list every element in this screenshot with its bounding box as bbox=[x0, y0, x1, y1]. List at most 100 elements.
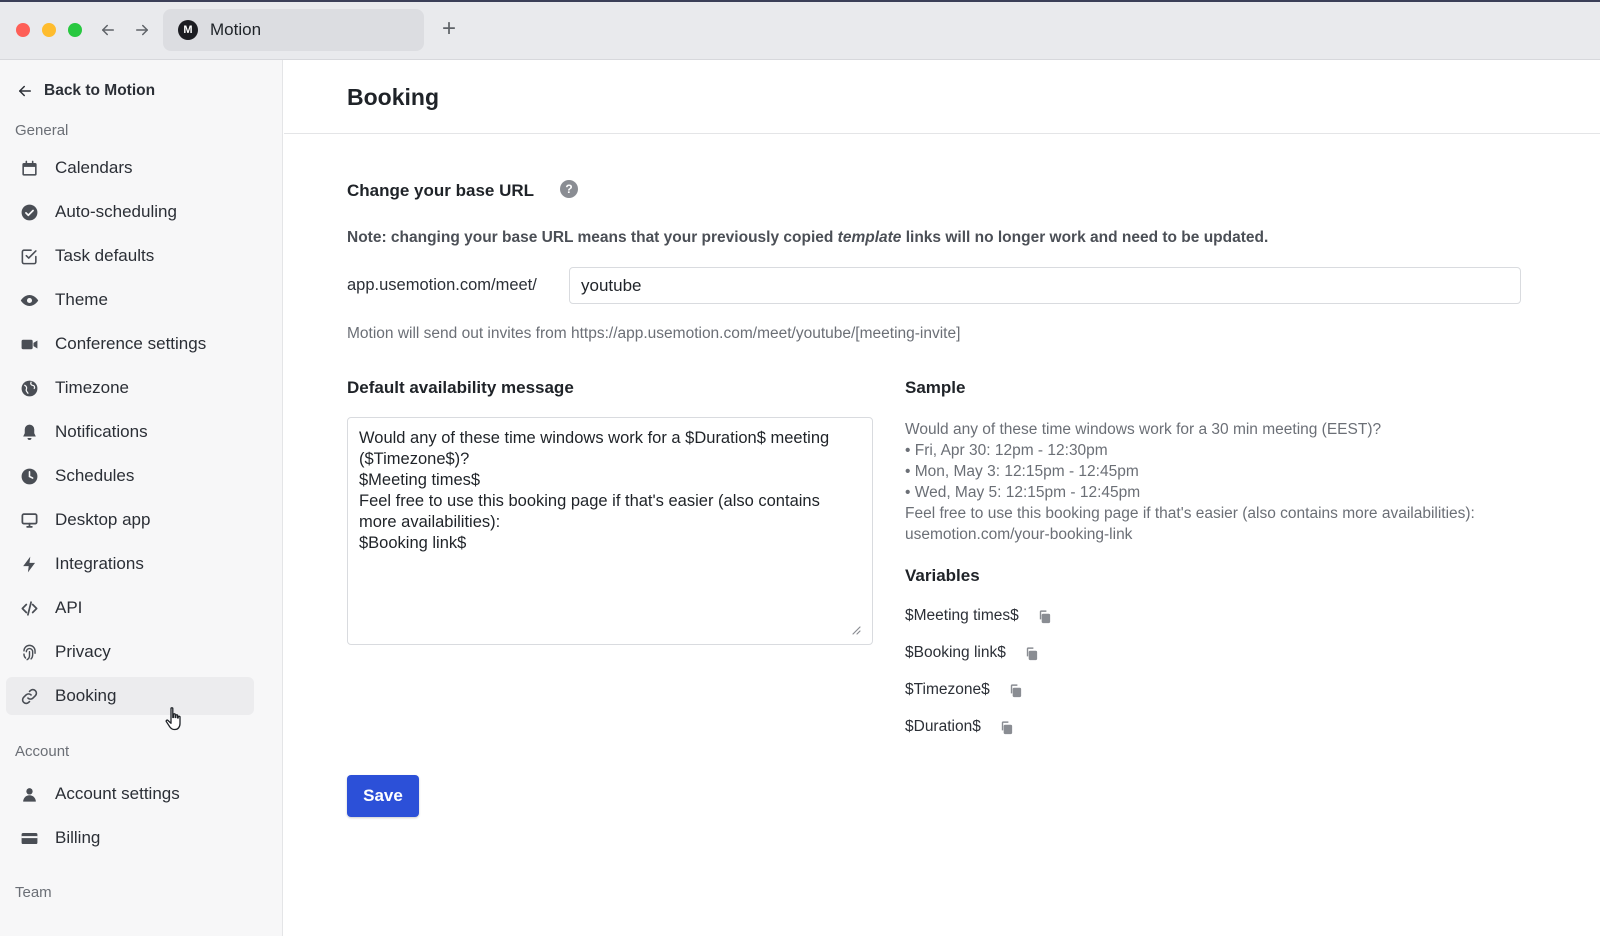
variable-row-booking-link: $Booking link$ bbox=[905, 642, 1040, 664]
settings-sidebar: Back to Motion General Calendars Auto-sc… bbox=[0, 60, 283, 936]
sidebar-item-label: Schedules bbox=[55, 466, 135, 485]
invite-url-hint: Motion will send out invites from https:… bbox=[347, 325, 961, 342]
copy-icon[interactable] bbox=[1037, 608, 1053, 624]
resize-handle-icon[interactable] bbox=[851, 625, 861, 635]
variable-label: $Timezone$ bbox=[905, 681, 990, 698]
minimize-window-button[interactable] bbox=[42, 23, 56, 37]
sample-line: usemotion.com/your-booking-link bbox=[905, 526, 1133, 543]
arrow-left-icon bbox=[102, 24, 114, 36]
back-to-motion-link[interactable]: Back to Motion bbox=[16, 80, 155, 102]
sidebar-item-label: Notifications bbox=[55, 422, 148, 441]
variable-label: $Booking link$ bbox=[905, 644, 1006, 661]
availability-heading: Default availability message bbox=[347, 378, 574, 397]
copy-icon[interactable] bbox=[999, 719, 1015, 735]
sidebar-item-label: Auto-scheduling bbox=[55, 202, 177, 221]
availability-message-textarea[interactable]: Would any of these time windows work for… bbox=[347, 417, 873, 645]
base-url-input[interactable] bbox=[569, 267, 1521, 304]
sidebar-item-task-defaults[interactable]: Task defaults bbox=[6, 237, 254, 275]
sidebar-item-label: Theme bbox=[55, 290, 108, 309]
arrow-left-icon bbox=[19, 85, 31, 97]
variables-heading: Variables bbox=[905, 566, 980, 585]
sample-line: • Wed, May 5: 12:15pm - 12:45pm bbox=[905, 484, 1141, 501]
sidebar-item-timezone[interactable]: Timezone bbox=[6, 369, 254, 407]
sidebar-item-conference-settings[interactable]: Conference settings bbox=[6, 325, 254, 363]
sidebar-item-label: Desktop app bbox=[55, 510, 151, 529]
fingerprint-icon bbox=[19, 642, 39, 662]
sidebar-item-notifications[interactable]: Notifications bbox=[6, 413, 254, 451]
tab-title: Motion bbox=[210, 20, 262, 39]
base-url-note: Note: changing your base URL means that … bbox=[347, 229, 1268, 247]
sidebar-item-privacy[interactable]: Privacy bbox=[6, 633, 254, 671]
sidebar-item-calendars[interactable]: Calendars bbox=[6, 149, 254, 187]
sidebar-item-account-settings[interactable]: Account settings bbox=[6, 775, 254, 813]
bell-icon bbox=[19, 422, 39, 442]
sidebar-item-label: Calendars bbox=[55, 158, 133, 177]
sidebar-item-label: Privacy bbox=[55, 642, 111, 661]
sidebar-item-billing[interactable]: Billing bbox=[6, 819, 254, 857]
sidebar-item-label: Task defaults bbox=[55, 246, 155, 265]
base-url-heading: Change your base URL bbox=[347, 181, 535, 200]
monitor-icon bbox=[19, 510, 39, 530]
sidebar-item-booking[interactable]: Booking bbox=[6, 677, 254, 715]
sidebar-item-label: Timezone bbox=[55, 378, 130, 397]
motion-logo-icon: M bbox=[178, 20, 198, 40]
sidebar-item-label: Account settings bbox=[55, 784, 180, 803]
user-icon bbox=[19, 784, 39, 804]
browser-titlebar: M Motion + bbox=[0, 0, 1600, 60]
video-camera-icon bbox=[19, 334, 39, 354]
credit-card-icon bbox=[19, 828, 39, 848]
maximize-window-button[interactable] bbox=[68, 23, 82, 37]
sample-line: Would any of these time windows work for… bbox=[905, 421, 1382, 438]
section-label-general: General bbox=[15, 122, 69, 139]
note-text-start: Note: changing your base URL means that … bbox=[347, 229, 838, 246]
clock-icon bbox=[19, 466, 39, 486]
section-label-account: Account bbox=[15, 743, 70, 760]
window-top-edge bbox=[0, 0, 1600, 2]
sidebar-item-theme[interactable]: Theme bbox=[6, 281, 254, 319]
browser-forward-button[interactable] bbox=[130, 18, 154, 42]
close-window-button[interactable] bbox=[16, 23, 30, 37]
sample-line: • Mon, May 3: 12:15pm - 12:45pm bbox=[905, 463, 1139, 480]
sidebar-item-label: Integrations bbox=[55, 554, 144, 573]
variable-row-duration: $Duration$ bbox=[905, 716, 1015, 738]
link-icon bbox=[19, 686, 39, 706]
sample-message: Would any of these time windows work for… bbox=[905, 419, 1545, 545]
page-header: Booking bbox=[284, 60, 1600, 134]
note-text-end: links will no longer work and need to be… bbox=[901, 229, 1269, 246]
sidebar-item-schedules[interactable]: Schedules bbox=[6, 457, 254, 495]
save-button[interactable]: Save bbox=[347, 775, 419, 817]
sidebar-item-integrations[interactable]: Integrations bbox=[6, 545, 254, 583]
checkbox-icon bbox=[19, 246, 39, 266]
hand-pointer-icon bbox=[165, 707, 181, 731]
sidebar-item-label: Conference settings bbox=[55, 334, 207, 353]
sidebar-item-auto-scheduling[interactable]: Auto-scheduling bbox=[6, 193, 254, 231]
sample-line: Feel free to use this booking page if th… bbox=[905, 505, 1475, 522]
eye-icon bbox=[19, 290, 39, 310]
browser-back-button[interactable] bbox=[96, 18, 120, 42]
sidebar-item-label: Booking bbox=[55, 686, 117, 705]
calendar-icon bbox=[19, 158, 39, 178]
variable-label: $Meeting times$ bbox=[905, 607, 1019, 624]
sidebar-item-desktop-app[interactable]: Desktop app bbox=[6, 501, 254, 539]
page-title: Booking bbox=[347, 84, 439, 110]
sidebar-item-label: API bbox=[55, 598, 83, 617]
sidebar-item-label: Billing bbox=[55, 828, 101, 847]
sample-line: • Fri, Apr 30: 12pm - 12:30pm bbox=[905, 442, 1108, 459]
section-label-team: Team bbox=[15, 884, 52, 901]
globe-icon bbox=[19, 378, 39, 398]
copy-icon[interactable] bbox=[1008, 682, 1024, 698]
check-circle-icon bbox=[19, 202, 39, 222]
lightning-icon bbox=[19, 554, 39, 574]
variable-label: $Duration$ bbox=[905, 718, 981, 735]
variable-row-meeting-times: $Meeting times$ bbox=[905, 605, 1053, 627]
browser-tab[interactable]: M Motion bbox=[163, 9, 424, 51]
question-mark-icon[interactable]: ? bbox=[560, 180, 578, 198]
new-tab-button[interactable]: + bbox=[436, 16, 462, 42]
copy-icon[interactable] bbox=[1024, 645, 1040, 661]
back-link-label: Back to Motion bbox=[44, 82, 156, 99]
arrow-right-icon bbox=[136, 24, 148, 36]
sample-heading: Sample bbox=[905, 378, 966, 397]
variable-row-timezone: $Timezone$ bbox=[905, 679, 1024, 701]
sidebar-item-api[interactable]: API bbox=[6, 589, 254, 627]
base-url-prefix: app.usemotion.com/meet/ bbox=[347, 276, 537, 294]
